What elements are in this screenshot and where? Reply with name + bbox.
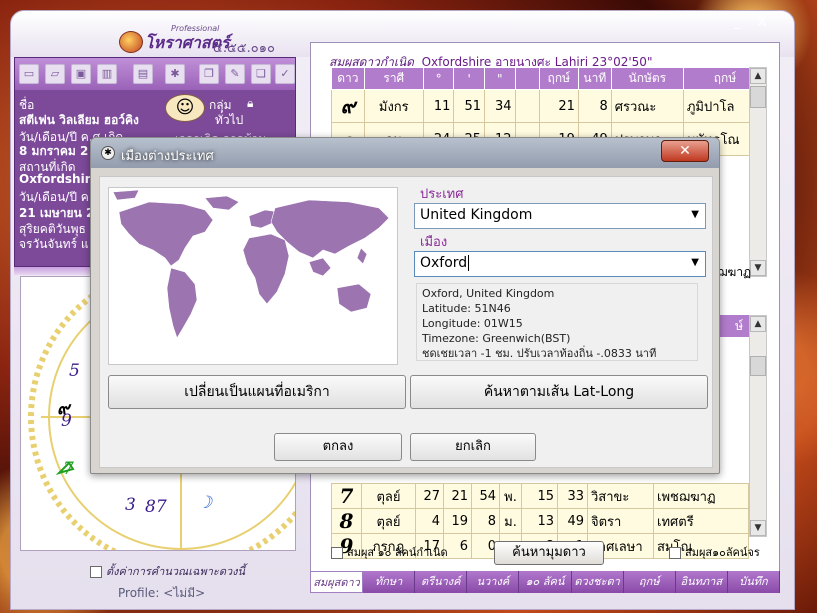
- close-button[interactable]: X: [751, 13, 773, 33]
- top-scrollbar[interactable]: ▲ ▼: [749, 67, 767, 277]
- tab-trinang[interactable]: ตรีนางค์: [415, 571, 468, 593]
- check-icon[interactable]: ✓: [275, 64, 295, 84]
- place-value: Oxfordshire: [19, 172, 99, 186]
- find-angle-button[interactable]: ค้นหามุมดาว: [494, 541, 604, 565]
- dialog-app-icon: ✱: [101, 146, 115, 160]
- world-map-image: [112, 189, 390, 339]
- scroll-thumb[interactable]: [750, 356, 766, 376]
- chart-number: 5: [69, 361, 80, 381]
- chart-setting-checkbox[interactable]: ตั้งค่าการคำนวณเฉพาะดวงนี้: [90, 562, 245, 580]
- app-logo: [119, 31, 143, 53]
- chart-number: 9: [61, 411, 72, 431]
- app-version: ๕.๕๕.๐๑๐: [213, 41, 275, 56]
- chevron-down-icon[interactable]: ▼: [691, 209, 699, 220]
- toolbar: ▭ ▱ ▣ ▥ ▤ ✱ ❐ ✎ ❏ ✓: [15, 58, 295, 90]
- avatar: ☺: [165, 94, 205, 122]
- tab-10-ascendant[interactable]: ๑๐ ลัคน์: [519, 571, 572, 593]
- minimize-button[interactable]: _: [726, 13, 748, 33]
- table-header: ดาว ราศี ° ' " ฤกษ์ นาที นักษัตร ฤกษ์: [331, 67, 768, 90]
- scroll-up-icon[interactable]: ▲: [750, 316, 766, 332]
- city-info: Oxford, United Kingdom Latitude: 51N46 L…: [416, 283, 698, 361]
- country-select[interactable]: United Kingdom ▼: [414, 203, 706, 229]
- tab-positions[interactable]: สมผุสดาว: [310, 571, 364, 593]
- scroll-thumb[interactable]: [750, 86, 766, 108]
- tab-horoscope[interactable]: ดวงชะตา: [571, 571, 624, 593]
- transit-ascendant-checkbox[interactable]: สมผุส๑๐ลัคน์จร: [669, 543, 760, 561]
- dialog-close-button[interactable]: ✕: [661, 140, 709, 162]
- scroll-up-icon[interactable]: ▲: [750, 68, 766, 84]
- foreign-city-dialog: ✱ เมืองต่างประเทศ ✕ ประเทศ United Kingdo…: [90, 137, 720, 474]
- bottom-scrollbar[interactable]: ▲ ▼: [749, 315, 767, 537]
- copy-icon[interactable]: ❐: [199, 64, 219, 84]
- dialog-body: ประเทศ United Kingdom ▼ เมือง Oxford ▼ O…: [99, 176, 713, 468]
- edit-icon[interactable]: ✎: [225, 64, 245, 84]
- country-label: ประเทศ: [420, 187, 464, 202]
- delete-icon[interactable]: ▥: [97, 64, 117, 84]
- weekday-value: จรวันจันทร์ แ: [19, 237, 89, 251]
- cancel-button[interactable]: ยกเลิก: [410, 433, 536, 461]
- ok-button[interactable]: ตกลง: [274, 433, 402, 461]
- latlong-search-button[interactable]: ค้นหาตามเส้น Lat-Long: [410, 375, 708, 409]
- table-row[interactable]: 8 ตุลย์ 4 19 8 ม. 13 49 จิตรา เทศตรี: [331, 508, 749, 534]
- city-select[interactable]: Oxford ▼: [414, 251, 706, 277]
- chart-number: 87: [145, 497, 167, 517]
- info-line: Longitude: 01W15: [422, 317, 523, 330]
- info-line: Timezone: Greenwich(BST): [422, 332, 571, 345]
- new-file-icon[interactable]: ▭: [19, 64, 39, 84]
- tab-navang[interactable]: นวางค์: [467, 571, 520, 593]
- city-label: เมือง: [420, 235, 448, 250]
- open-folder-icon[interactable]: ▱: [45, 64, 65, 84]
- profile-status: Profile: <ไม่มี>: [118, 586, 206, 600]
- tab-taksa[interactable]: ทักษา: [363, 571, 416, 593]
- dialog-title-bar: ✱ เมืองต่างประเทศ ✕: [91, 138, 719, 168]
- info-line: Oxford, United Kingdom: [422, 287, 555, 300]
- tab-auspicious[interactable]: ฤกษ์: [623, 571, 676, 593]
- tab-notes[interactable]: บันทึก: [727, 571, 780, 593]
- moon-icon: ☽: [197, 493, 213, 513]
- lock-icon[interactable]: 🔒︎: [247, 96, 253, 111]
- chart-number: 7: [63, 459, 74, 479]
- info-line: Latitude: 51N46: [422, 302, 511, 315]
- chart-number: 3: [125, 495, 136, 515]
- tab-inthapas[interactable]: อินทภาส: [675, 571, 728, 593]
- print-icon[interactable]: ▤: [133, 64, 153, 84]
- chevron-down-icon[interactable]: ▼: [691, 257, 699, 268]
- table-row[interactable]: ๙ มังกร 11 51 34 21 8 ศรวณะ ภูมิปาโล: [331, 89, 768, 123]
- tools-icon[interactable]: ✱: [165, 64, 185, 84]
- save-icon[interactable]: ▣: [71, 64, 91, 84]
- america-map-button[interactable]: เปลี่ยนเป็นแผนที่อเมริกา: [108, 375, 406, 409]
- world-map[interactable]: [108, 187, 398, 365]
- paste-icon[interactable]: ❏: [251, 64, 271, 84]
- table-row[interactable]: 7 ตุลย์ 27 21 54 พ. 15 33 วิสาขะ เพชฌฆาฏ: [331, 483, 749, 509]
- dialog-title: เมืองต่างประเทศ: [121, 149, 214, 164]
- info-line: ชดเชยเวลา -1 ชม. ปรับเวลาท้องถิ่น -.0833…: [422, 347, 657, 360]
- scroll-down-icon[interactable]: ▼: [750, 260, 766, 276]
- scroll-down-icon[interactable]: ▼: [750, 520, 766, 536]
- birth-ascendant-checkbox[interactable]: สมผุส ๑๐ ลัคน์กำเนิด: [331, 543, 448, 561]
- group-value: ทั่วไป: [215, 113, 244, 127]
- tab-bar: สมผุสดาว ทักษา ตรีนางค์ นวางค์ ๑๐ ลัคน์ …: [310, 571, 780, 593]
